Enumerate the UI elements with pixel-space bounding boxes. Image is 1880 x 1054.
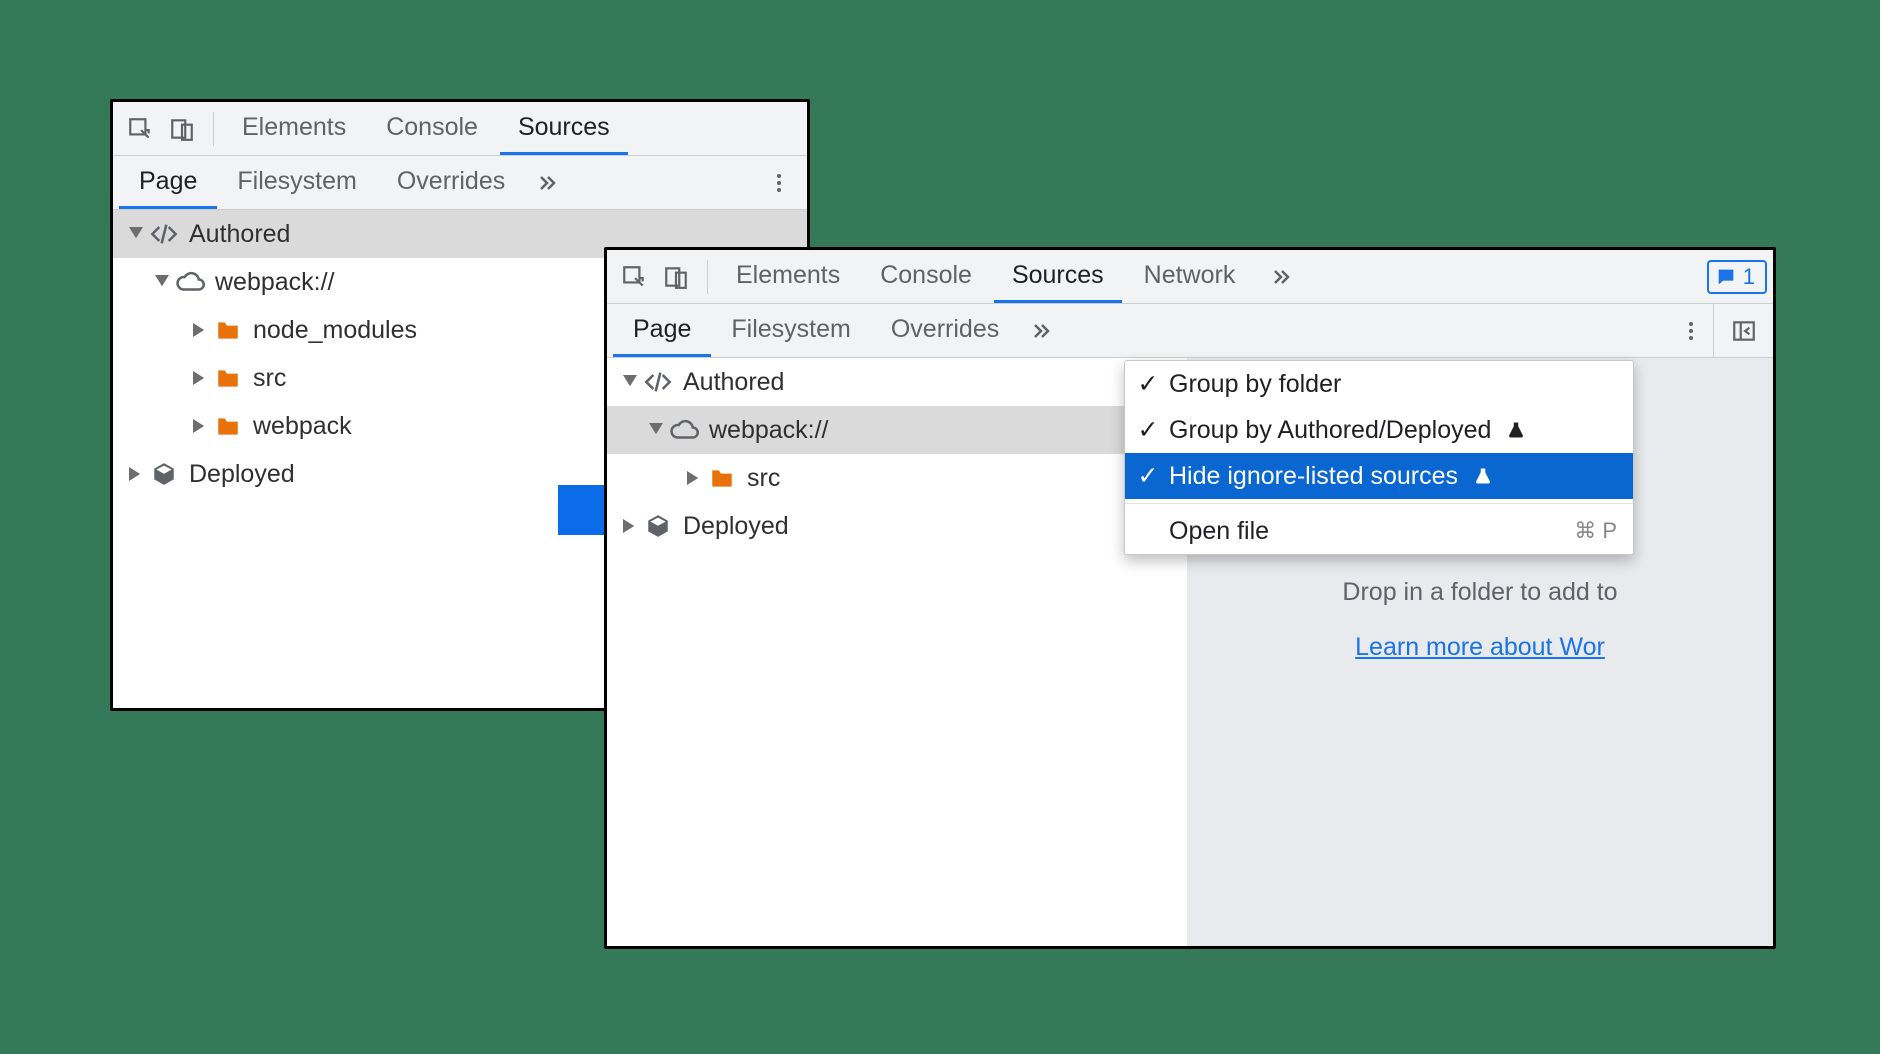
check-icon: ✓ xyxy=(1137,369,1159,399)
chevron-down-icon xyxy=(647,421,665,439)
subtab-page[interactable]: Page xyxy=(119,156,217,209)
cloud-icon xyxy=(175,267,205,297)
tree-node-webpack[interactable]: webpack:// xyxy=(607,406,1187,454)
sources-subtabs: Page Filesystem Overrides xyxy=(119,156,525,209)
feedback-count: 1 xyxy=(1743,264,1755,290)
chevron-right-icon xyxy=(685,469,703,487)
tab-elements[interactable]: Elements xyxy=(224,102,364,155)
menu-item-open-file[interactable]: Open file ⌘ P xyxy=(1125,508,1633,554)
sources-subtabs: Page Filesystem Overrides xyxy=(613,304,1019,357)
menu-item-group-by-authored[interactable]: ✓ Group by Authored/Deployed xyxy=(1125,407,1633,453)
subtabs-overflow-icon[interactable] xyxy=(1019,319,1063,343)
code-icon xyxy=(643,367,673,397)
tab-console[interactable]: Console xyxy=(862,250,990,303)
subtab-filesystem[interactable]: Filesystem xyxy=(711,304,870,357)
chevron-right-icon xyxy=(621,517,639,535)
tab-sources[interactable]: Sources xyxy=(994,250,1122,303)
main-toolbar: Elements Console Sources Network 1 xyxy=(607,250,1773,304)
cloud-icon xyxy=(669,415,699,445)
devtools-panel-after: Elements Console Sources Network 1 Page … xyxy=(604,247,1776,949)
tree-label: webpack:// xyxy=(709,416,829,445)
check-icon: ✓ xyxy=(1137,415,1159,445)
menu-item-shortcut: ⌘ P xyxy=(1574,518,1617,544)
folder-icon xyxy=(213,363,243,393)
folder-icon xyxy=(707,463,737,493)
tab-console[interactable]: Console xyxy=(368,102,496,155)
chevron-down-icon xyxy=(153,273,171,291)
main-tabs: Elements Console Sources Network xyxy=(718,250,1253,303)
tree-label: src xyxy=(253,364,286,393)
collapse-pane-icon[interactable] xyxy=(1713,304,1773,357)
code-icon xyxy=(149,219,179,249)
inspect-icon[interactable] xyxy=(613,256,655,298)
sources-subtabs-row: Page Filesystem Overrides xyxy=(607,304,1773,358)
tree-label: node_modules xyxy=(253,316,417,345)
chevron-down-icon xyxy=(127,225,145,243)
learn-more-link[interactable]: Learn more about Wor xyxy=(1355,633,1605,661)
chevron-right-icon xyxy=(191,321,209,339)
subtabs-overflow-icon[interactable] xyxy=(525,171,569,195)
tree-label: Authored xyxy=(683,368,784,397)
tree-label: src xyxy=(747,464,780,493)
tab-sources[interactable]: Sources xyxy=(500,102,628,155)
file-tree: Authored webpack:// src xyxy=(607,358,1187,550)
tree-label: webpack:// xyxy=(215,268,335,297)
subtab-overrides[interactable]: Overrides xyxy=(377,156,525,209)
tab-elements[interactable]: Elements xyxy=(718,250,858,303)
check-icon: ✓ xyxy=(1137,461,1159,491)
chevron-right-icon xyxy=(191,369,209,387)
menu-item-group-by-folder[interactable]: ✓ Group by folder xyxy=(1125,361,1633,407)
subtab-page[interactable]: Page xyxy=(613,304,711,357)
subtab-filesystem[interactable]: Filesystem xyxy=(217,156,376,209)
tab-network[interactable]: Network xyxy=(1126,250,1254,303)
tree-label: Authored xyxy=(189,220,290,249)
main-tabs-overflow-icon[interactable] xyxy=(1259,265,1303,289)
device-toggle-icon[interactable] xyxy=(655,256,697,298)
folder-icon xyxy=(213,315,243,345)
kebab-menu-icon[interactable] xyxy=(1669,319,1713,343)
tree-node-src[interactable]: src xyxy=(607,454,1187,502)
main-toolbar: Elements Console Sources xyxy=(113,102,807,156)
tree-label: Deployed xyxy=(189,460,295,489)
separator xyxy=(707,260,708,294)
menu-item-label: Group by folder xyxy=(1169,370,1341,399)
chevron-right-icon xyxy=(127,465,145,483)
feedback-badge[interactable]: 1 xyxy=(1707,260,1767,294)
menu-item-hide-ignore-listed[interactable]: ✓ Hide ignore-listed sources xyxy=(1125,453,1633,499)
kebab-menu-icon[interactable] xyxy=(757,171,801,195)
subtab-overrides[interactable]: Overrides xyxy=(871,304,1019,357)
experiment-flask-icon xyxy=(1507,420,1525,440)
chevron-right-icon xyxy=(191,417,209,435)
main-tabs: Elements Console Sources xyxy=(224,102,628,155)
device-toggle-icon[interactable] xyxy=(161,108,203,150)
experiment-flask-icon xyxy=(1474,466,1492,486)
tree-label: Deployed xyxy=(683,512,789,541)
tree-label: webpack xyxy=(253,412,352,441)
folder-icon xyxy=(213,411,243,441)
inspect-icon[interactable] xyxy=(119,108,161,150)
chevron-down-icon xyxy=(621,373,639,391)
menu-item-label: Group by Authored/Deployed xyxy=(1169,416,1491,445)
chat-icon xyxy=(1715,266,1737,288)
menu-item-label: Hide ignore-listed sources xyxy=(1169,462,1458,491)
menu-item-label: Open file xyxy=(1169,517,1269,546)
cube-icon xyxy=(149,459,179,489)
drop-hint-text: Drop in a folder to add to xyxy=(1195,578,1765,607)
cube-icon xyxy=(643,511,673,541)
sources-subtabs-row: Page Filesystem Overrides xyxy=(113,156,807,210)
sources-options-menu: ✓ Group by folder ✓ Group by Authored/De… xyxy=(1124,360,1634,555)
separator xyxy=(213,112,214,146)
tree-node-deployed[interactable]: Deployed xyxy=(607,502,1187,550)
menu-separator xyxy=(1125,503,1633,504)
tree-node-authored[interactable]: Authored xyxy=(607,358,1187,406)
